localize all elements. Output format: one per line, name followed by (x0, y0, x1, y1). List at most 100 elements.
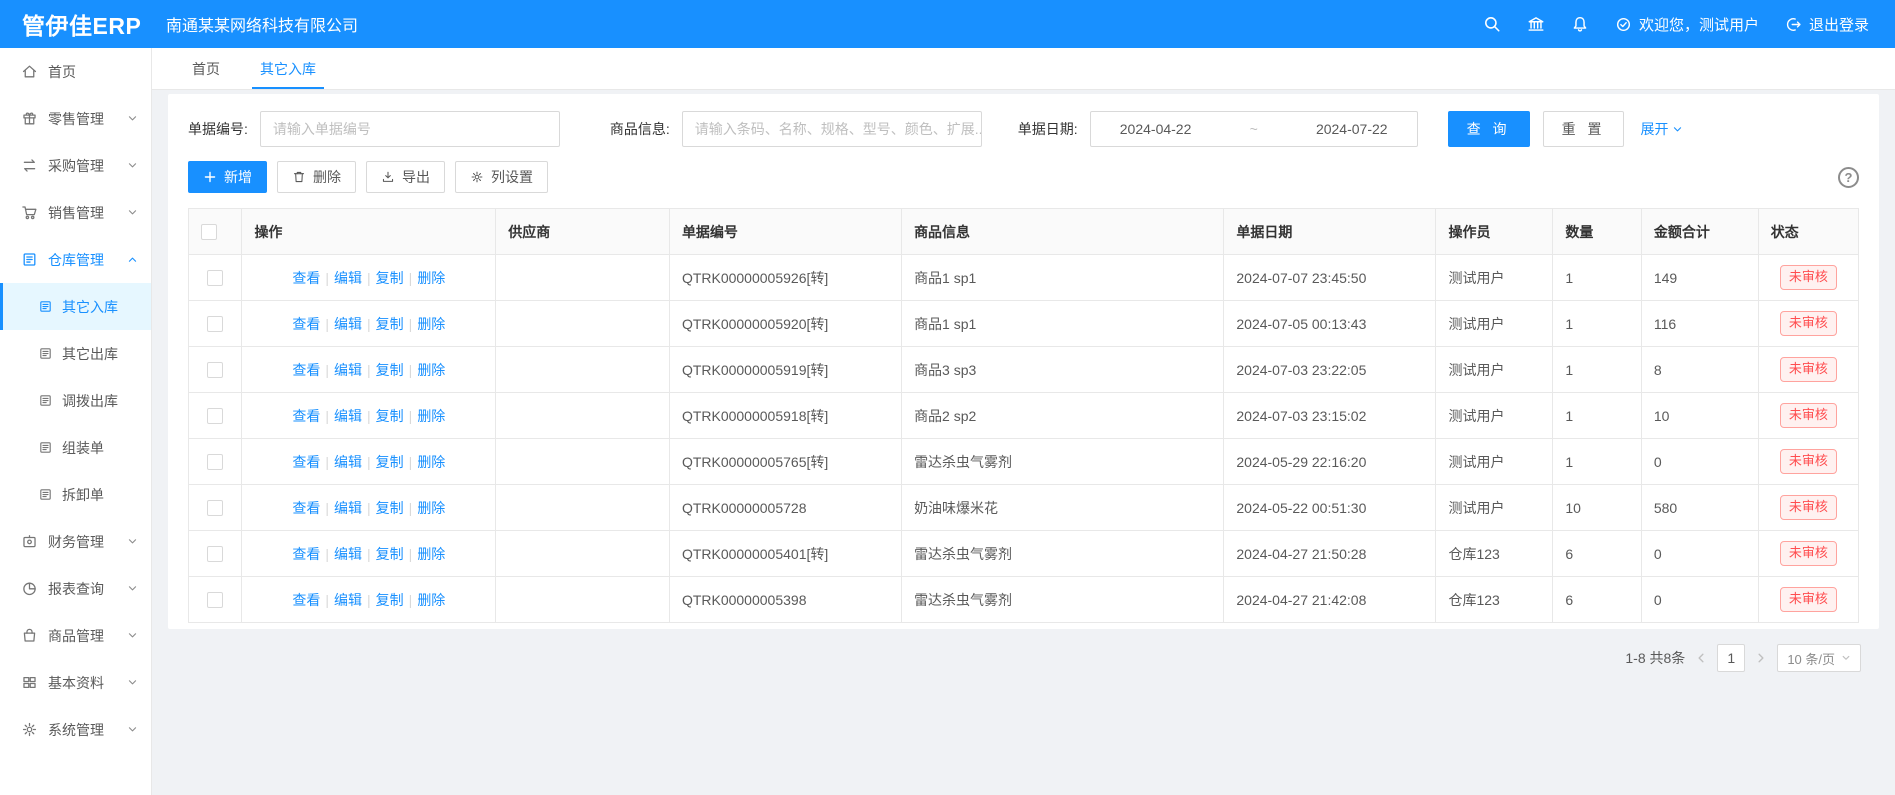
row-checkbox[interactable] (207, 500, 223, 516)
action-link-3[interactable]: 删除 (417, 316, 445, 332)
action-link-1[interactable]: 编辑 (334, 546, 362, 562)
action-link-0[interactable]: 查看 (292, 270, 320, 286)
row-checkbox[interactable] (207, 270, 223, 286)
goods-info-label: 商品信息: (610, 119, 670, 139)
row-operator: 测试用户 (1436, 301, 1553, 347)
sidebar-item-warehouse-mgmt[interactable]: 仓库管理 (0, 236, 151, 283)
row-operator: 仓库123 (1436, 531, 1553, 577)
sidebar-item-transfer-outbound[interactable]: 调拨出库 (0, 377, 151, 424)
sidebar-item-sales-mgmt[interactable]: 销售管理 (0, 189, 151, 236)
action-link-1[interactable]: 编辑 (334, 362, 362, 378)
bank-icon[interactable] (1527, 15, 1545, 33)
page-size-select[interactable]: 10 条/页 (1777, 644, 1861, 672)
sidebar-item-label: 拆卸单 (62, 485, 104, 505)
action-link-3[interactable]: 删除 (417, 408, 445, 424)
action-link-0[interactable]: 查看 (292, 408, 320, 424)
action-link-0[interactable]: 查看 (292, 362, 320, 378)
date-to-value: 2024-07-22 (1316, 121, 1388, 137)
delete-button[interactable]: 删除 (277, 161, 356, 193)
row-supplier (496, 485, 670, 531)
tab-other-inbound[interactable]: 其它入库 (260, 48, 316, 89)
chevron-down-icon (127, 536, 138, 547)
action-link-0[interactable]: 查看 (292, 500, 320, 516)
warehouse-icon (21, 251, 38, 268)
action-link-0[interactable]: 查看 (292, 316, 320, 332)
action-link-1[interactable]: 编辑 (334, 500, 362, 516)
row-bill-no: QTRK00000005926[转] (669, 255, 901, 301)
sidebar-item-basic-data[interactable]: 基本资料 (0, 659, 151, 706)
column-settings-button[interactable]: 列设置 (455, 161, 548, 193)
row-checkbox[interactable] (207, 546, 223, 562)
action-link-3[interactable]: 删除 (417, 592, 445, 608)
row-checkbox[interactable] (207, 592, 223, 608)
sidebar-item-purchase-mgmt[interactable]: 采购管理 (0, 142, 151, 189)
sidebar-item-disassembly-order[interactable]: 拆卸单 (0, 471, 151, 518)
row-operator: 测试用户 (1436, 255, 1553, 301)
action-link-3[interactable]: 删除 (417, 454, 445, 470)
row-actions: 查看|编辑|复制|删除 (242, 301, 496, 347)
goods-info-input[interactable]: 请输入条码、名称、规格、型号、颜色、扩展... (682, 111, 982, 147)
prev-page-icon[interactable] (1695, 652, 1707, 664)
action-link-2[interactable]: 复制 (376, 316, 404, 332)
action-link-1[interactable]: 编辑 (334, 270, 362, 286)
date-range-picker[interactable]: 2024-04-22 ~ 2024-07-22 (1090, 111, 1418, 147)
action-link-1[interactable]: 编辑 (334, 592, 362, 608)
page-number-1[interactable]: 1 (1717, 644, 1745, 672)
action-link-2[interactable]: 复制 (376, 362, 404, 378)
action-link-0[interactable]: 查看 (292, 454, 320, 470)
action-link-2[interactable]: 复制 (376, 500, 404, 516)
row-amount: 580 (1641, 485, 1758, 531)
sidebar-item-other-outbound[interactable]: 其它出库 (0, 330, 151, 377)
bill-no-input[interactable]: 请输入单据编号 (260, 111, 560, 147)
action-link-2[interactable]: 复制 (376, 454, 404, 470)
search-button[interactable]: 查 询 (1448, 111, 1530, 147)
action-link-0[interactable]: 查看 (292, 546, 320, 562)
row-checkbox[interactable] (207, 454, 223, 470)
sidebar-item-system-mgmt[interactable]: 系统管理 (0, 706, 151, 753)
expand-toggle[interactable]: 展开 (1640, 119, 1683, 139)
action-link-2[interactable]: 复制 (376, 546, 404, 562)
reset-button[interactable]: 重 置 (1543, 111, 1625, 147)
row-qty: 6 (1553, 531, 1642, 577)
sidebar-item-retail-mgmt[interactable]: 零售管理 (0, 95, 151, 142)
header-goods: 商品信息 (902, 209, 1224, 255)
add-button[interactable]: 新增 (188, 161, 267, 193)
bag-icon (21, 627, 38, 644)
action-link-2[interactable]: 复制 (376, 408, 404, 424)
sidebar-item-goods-mgmt[interactable]: 商品管理 (0, 612, 151, 659)
sidebar-item-other-inbound[interactable]: 其它入库 (0, 283, 151, 330)
action-link-3[interactable]: 删除 (417, 362, 445, 378)
select-all-checkbox[interactable] (201, 224, 217, 240)
sidebar-item-assembly-order[interactable]: 组装单 (0, 424, 151, 471)
action-link-3[interactable]: 删除 (417, 546, 445, 562)
sidebar-item-home[interactable]: 首页 (0, 48, 151, 95)
export-button[interactable]: 导出 (366, 161, 445, 193)
row-checkbox[interactable] (207, 316, 223, 332)
action-link-0[interactable]: 查看 (292, 592, 320, 608)
bell-icon[interactable] (1571, 15, 1589, 33)
content-area: 单据编号: 请输入单据编号 商品信息: 请输入条码、名称、规格、型号、颜色、扩展… (152, 90, 1895, 672)
sidebar-item-report-query[interactable]: 报表查询 (0, 565, 151, 612)
action-link-1[interactable]: 编辑 (334, 316, 362, 332)
sidebar-item-finance-mgmt[interactable]: 财务管理 (0, 518, 151, 565)
page-size-value: 10 条/页 (1787, 649, 1835, 668)
row-operator: 测试用户 (1436, 485, 1553, 531)
search-icon[interactable] (1483, 15, 1501, 33)
next-page-icon[interactable] (1755, 652, 1767, 664)
action-link-3[interactable]: 删除 (417, 270, 445, 286)
action-separator: | (409, 454, 413, 470)
row-bill-no: QTRK00000005920[转] (669, 301, 901, 347)
help-icon[interactable]: ? (1838, 167, 1859, 188)
welcome-user-menu[interactable]: 欢迎您，测试用户 (1615, 14, 1759, 35)
action-link-1[interactable]: 编辑 (334, 454, 362, 470)
action-link-3[interactable]: 删除 (417, 500, 445, 516)
list-card: 单据编号: 请输入单据编号 商品信息: 请输入条码、名称、规格、型号、颜色、扩展… (168, 94, 1879, 629)
row-checkbox[interactable] (207, 408, 223, 424)
tab-home[interactable]: 首页 (192, 48, 220, 89)
action-link-1[interactable]: 编辑 (334, 408, 362, 424)
action-link-2[interactable]: 复制 (376, 592, 404, 608)
logout-button[interactable]: 退出登录 (1785, 14, 1869, 35)
row-checkbox[interactable] (207, 362, 223, 378)
action-link-2[interactable]: 复制 (376, 270, 404, 286)
cart-icon (21, 204, 38, 221)
